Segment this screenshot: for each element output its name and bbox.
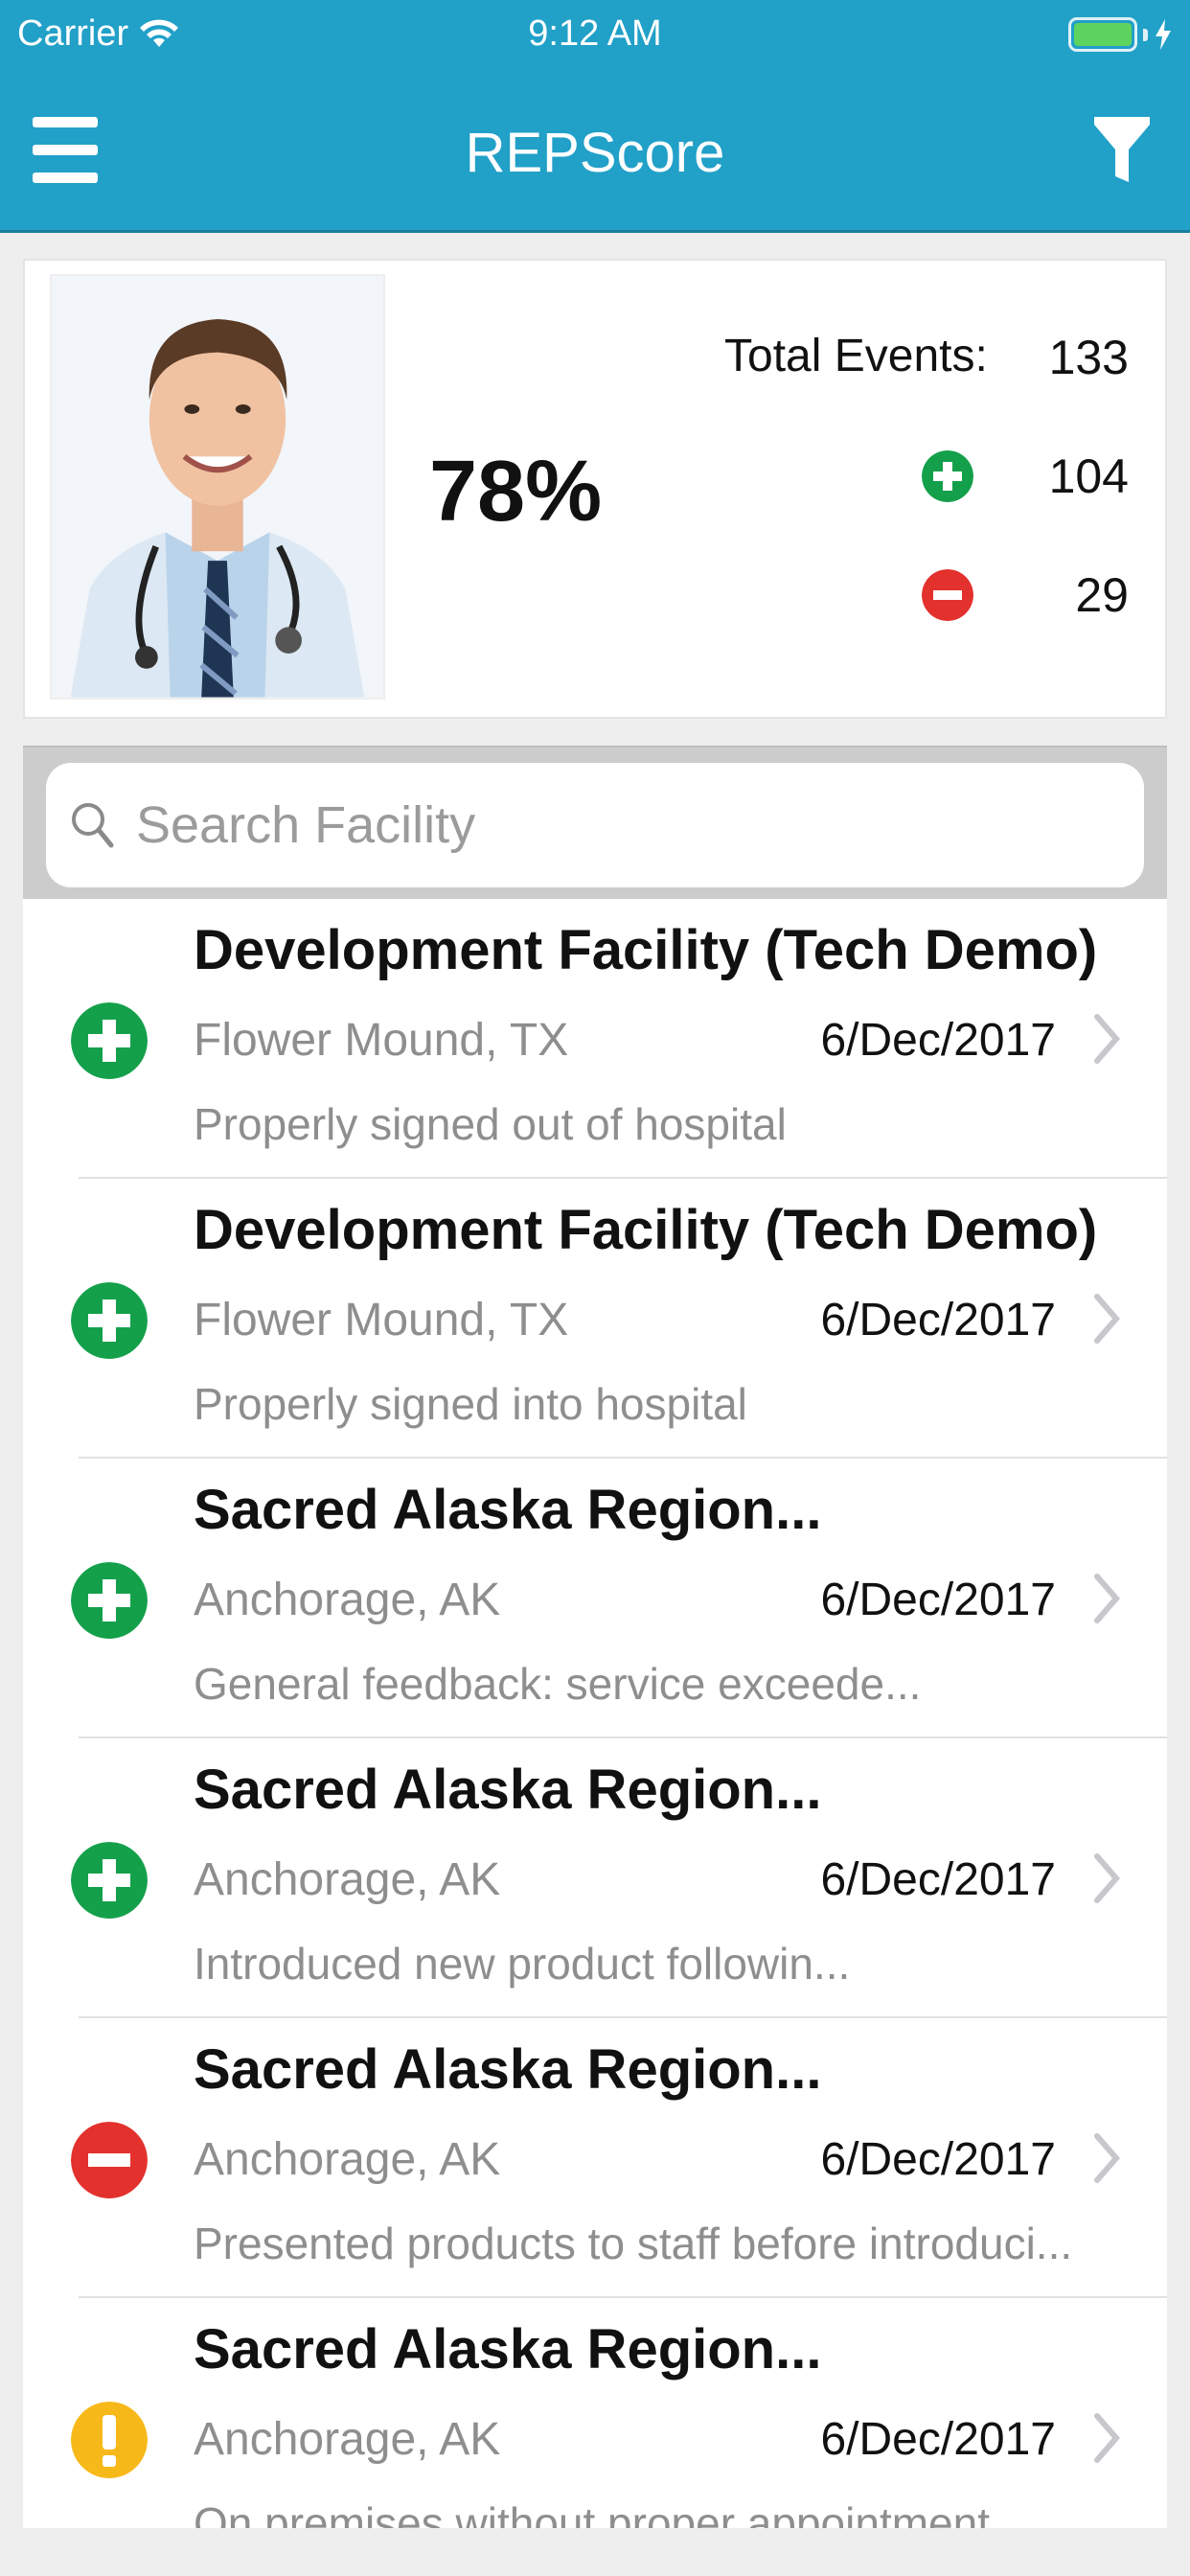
event-location: Anchorage, AK <box>194 1575 501 1625</box>
status-bar: Carrier 9:12 AM <box>0 0 1190 77</box>
event-description: Introduced new product followin... <box>194 1939 851 1989</box>
event-description: Properly signed into hospital <box>194 1379 747 1429</box>
event-facility-title: Sacred Alaska Region... <box>194 1479 822 1541</box>
negative-minus-icon <box>71 2122 148 2198</box>
profile-photo <box>52 276 383 698</box>
status-time: 9:12 AM <box>528 13 662 54</box>
list-item[interactable]: Development Facility (Tech Demo) Flower … <box>23 1179 1167 1459</box>
event-facility-title: Development Facility (Tech Demo) <box>194 919 1098 981</box>
event-location: Anchorage, AK <box>194 1854 501 1905</box>
event-description: Properly signed out of hospital <box>194 1099 787 1149</box>
total-events-label: Total Events: <box>724 331 988 381</box>
battery-indicator <box>1068 17 1173 52</box>
event-list: Development Facility (Tech Demo) Flower … <box>23 899 1167 2528</box>
battery-icon <box>1068 17 1137 52</box>
event-date: 6/Dec/2017 <box>820 1854 1056 1905</box>
page-title: REPScore <box>465 122 725 184</box>
list-item[interactable]: Sacred Alaska Region... Anchorage, AK 6/… <box>23 1738 1167 2018</box>
event-facility-title: Development Facility (Tech Demo) <box>194 1199 1098 1261</box>
positive-plus-icon <box>71 1842 148 1919</box>
event-facility-title: Sacred Alaska Region... <box>194 2318 822 2380</box>
event-date: 6/Dec/2017 <box>820 1015 1056 1066</box>
positive-events-value: 104 <box>1048 449 1129 503</box>
list-item[interactable]: Sacred Alaska Region... Anchorage, AK 6/… <box>23 2298 1167 2528</box>
event-location: Flower Mound, TX <box>194 1015 569 1066</box>
warning-exclamation-icon <box>71 2402 148 2478</box>
event-location: Flower Mound, TX <box>194 1295 569 1346</box>
search-icon <box>72 803 114 848</box>
event-date: 6/Dec/2017 <box>820 2134 1056 2185</box>
positive-plus-icon <box>71 1002 148 1079</box>
chevron-right-icon <box>1094 1853 1120 1903</box>
negative-minus-icon <box>922 569 973 621</box>
event-facility-title: Sacred Alaska Region... <box>194 1759 822 1821</box>
top-bar: Carrier 9:12 AM REPScore <box>0 0 1190 233</box>
event-facility-title: Sacred Alaska Region... <box>194 2038 822 2101</box>
chevron-right-icon <box>1094 1014 1120 1064</box>
search-input[interactable] <box>136 795 1113 855</box>
charging-bolt-icon <box>1156 19 1171 50</box>
search-bar <box>23 746 1167 899</box>
event-location: Anchorage, AK <box>194 2414 501 2465</box>
positive-plus-icon <box>71 1562 148 1639</box>
list-item[interactable]: Sacred Alaska Region... Anchorage, AK 6/… <box>23 1459 1167 1738</box>
filter-icon[interactable] <box>1092 113 1152 190</box>
navigation-bar: REPScore <box>0 77 1190 230</box>
chevron-right-icon <box>1094 2413 1120 2463</box>
list-item[interactable]: Sacred Alaska Region... Anchorage, AK 6/… <box>23 2018 1167 2298</box>
search-box[interactable] <box>46 763 1144 887</box>
score-summary-card: 78% Total Events: 133 104 29 <box>23 259 1167 719</box>
chevron-right-icon <box>1094 1574 1120 1623</box>
event-description: General feedback: service exceede... <box>194 1659 922 1709</box>
event-location: Anchorage, AK <box>194 2134 501 2185</box>
list-item[interactable]: Development Facility (Tech Demo) Flower … <box>23 899 1167 1179</box>
total-events-value: 133 <box>1048 331 1129 384</box>
event-date: 6/Dec/2017 <box>820 1295 1056 1346</box>
event-date: 6/Dec/2017 <box>820 2414 1056 2465</box>
event-date: 6/Dec/2017 <box>820 1575 1056 1625</box>
negative-events-value: 29 <box>1075 568 1129 622</box>
positive-plus-icon <box>71 1282 148 1359</box>
chevron-right-icon <box>1094 2133 1120 2183</box>
positive-plus-icon <box>922 450 973 502</box>
event-description: Presented products to staff before intro… <box>194 2219 1073 2268</box>
event-description: On premises without proper appointment <box>194 2498 990 2528</box>
chevron-right-icon <box>1094 1294 1120 1344</box>
score-percentage: 78% <box>429 444 603 540</box>
avatar <box>50 274 385 700</box>
